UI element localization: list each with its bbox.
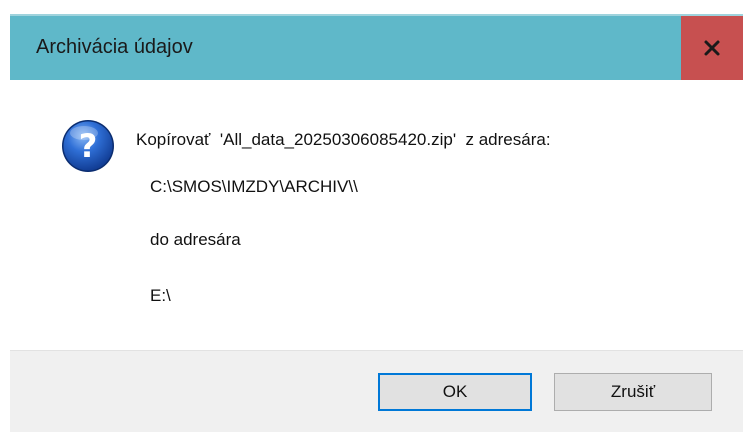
close-icon: [704, 40, 720, 56]
message-source-path: C:\SMOS\IMZDY\ARCHIV\\: [150, 177, 358, 196]
svg-text:?: ?: [79, 127, 98, 165]
window-title: Archivácia údajov: [36, 36, 193, 58]
dialog-window: Archivácia údajov ? Kopírovať 'All_data_…: [0, 0, 743, 432]
message-copy-line: Kopírovať 'All_data_20250306085420.zip' …: [136, 130, 551, 149]
button-bar: OK Zrušiť: [10, 350, 743, 432]
question-icon: ?: [62, 120, 114, 172]
message-destination-path: E:\: [150, 286, 171, 305]
close-button[interactable]: [681, 16, 743, 80]
cancel-button[interactable]: Zrušiť: [554, 373, 712, 411]
message-area: ? Kopírovať 'All_data_20250306085420.zip…: [10, 80, 743, 350]
window-border: [0, 0, 10, 431]
message-destination-label: do adresára: [150, 230, 241, 249]
titlebar[interactable]: Archivácia údajov: [10, 16, 743, 80]
ok-button[interactable]: OK: [378, 373, 532, 411]
